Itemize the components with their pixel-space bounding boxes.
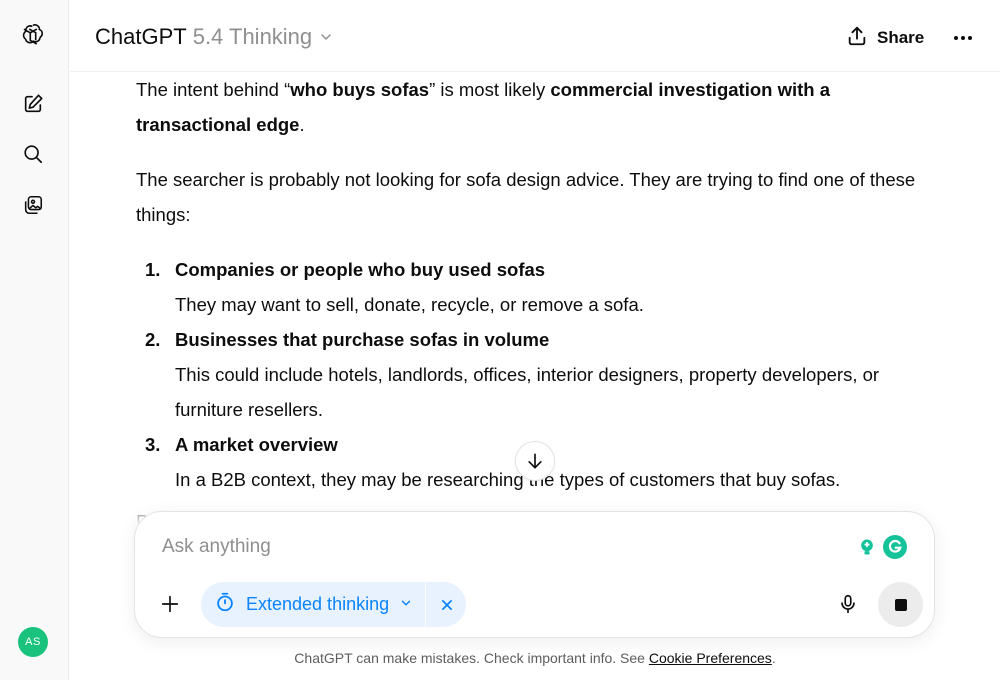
lightbulb-icon[interactable] bbox=[855, 535, 879, 559]
library-icon[interactable] bbox=[16, 188, 50, 222]
prompt-input[interactable]: Ask anything bbox=[162, 536, 271, 558]
sidebar: AS bbox=[0, 0, 69, 680]
mode-label: Extended thinking bbox=[246, 594, 390, 614]
grammarly-widget[interactable] bbox=[855, 532, 911, 562]
list-item-title: Businesses that purchase sofas in volume bbox=[175, 329, 550, 350]
microphone-icon bbox=[841, 594, 855, 614]
add-attachment-button[interactable] bbox=[150, 584, 190, 624]
list-item: 1. Companies or people who buy used sofa… bbox=[136, 252, 936, 322]
plus-icon bbox=[161, 595, 179, 613]
list-item-title: A market overview bbox=[175, 434, 338, 455]
arrow-down-icon bbox=[528, 453, 542, 469]
model-picker[interactable]: ChatGPT 5.4 Thinking bbox=[95, 22, 334, 52]
more-dots-icon bbox=[954, 36, 972, 40]
timer-icon bbox=[214, 591, 236, 618]
share-label: Share bbox=[877, 28, 925, 47]
dictate-button[interactable] bbox=[828, 584, 868, 624]
search-icon[interactable] bbox=[16, 137, 50, 171]
disclaimer-text: ChatGPT can make mistakes. Check importa… bbox=[294, 650, 649, 666]
list-item-body: They may want to sell, donate, recycle, … bbox=[175, 294, 644, 315]
disclaimer-end: . bbox=[771, 650, 776, 666]
extended-thinking-selector[interactable]: Extended thinking bbox=[201, 582, 413, 627]
grammarly-icon[interactable] bbox=[883, 535, 907, 559]
cookie-preferences-link[interactable]: Cookie Preferences bbox=[649, 650, 772, 666]
chevron-down-icon bbox=[318, 25, 334, 51]
chevron-down-icon bbox=[399, 594, 413, 615]
stop-generating-button[interactable] bbox=[878, 582, 923, 627]
bold-text: who buys sofas bbox=[290, 79, 430, 100]
extended-thinking-pill: Extended thinking bbox=[201, 582, 466, 627]
new-chat-icon[interactable] bbox=[16, 87, 50, 121]
list-item: 2. Businesses that purchase sofas in vol… bbox=[136, 322, 936, 427]
message-paragraph: The searcher is probably not looking for… bbox=[136, 169, 916, 225]
openai-logo-icon[interactable] bbox=[16, 18, 50, 52]
text-span: The intent behind “ bbox=[136, 79, 291, 100]
disclaimer: ChatGPT can make mistakes. Check importa… bbox=[0, 650, 1000, 666]
pill-divider bbox=[425, 582, 426, 627]
more-options-button[interactable] bbox=[950, 24, 976, 52]
list-item-body: In a B2B context, they may be researchin… bbox=[175, 469, 841, 490]
list-number: 1. bbox=[145, 259, 161, 280]
text-span: ” is most likely bbox=[429, 79, 551, 100]
header: ChatGPT 5.4 Thinking Share bbox=[70, 0, 1000, 72]
model-name: ChatGPT bbox=[95, 24, 187, 49]
stop-icon bbox=[894, 598, 907, 611]
close-icon bbox=[441, 599, 452, 610]
list-item-title: Companies or people who buy used sofas bbox=[175, 259, 546, 280]
scroll-to-bottom-button[interactable] bbox=[515, 441, 555, 481]
remove-mode-button[interactable] bbox=[427, 582, 466, 627]
list-number: 2. bbox=[145, 329, 161, 350]
composer: Ask anything Extended thinking bbox=[134, 511, 935, 638]
share-icon bbox=[846, 25, 868, 52]
list-item-body: This could include hotels, landlords, of… bbox=[175, 364, 880, 420]
list-number: 3. bbox=[145, 434, 161, 455]
message-paragraph: The intent behind “who buys sofas” is mo… bbox=[136, 72, 926, 142]
share-button[interactable]: Share bbox=[846, 24, 924, 52]
model-version: 5.4 Thinking bbox=[192, 24, 313, 49]
text-span: . bbox=[299, 114, 305, 135]
